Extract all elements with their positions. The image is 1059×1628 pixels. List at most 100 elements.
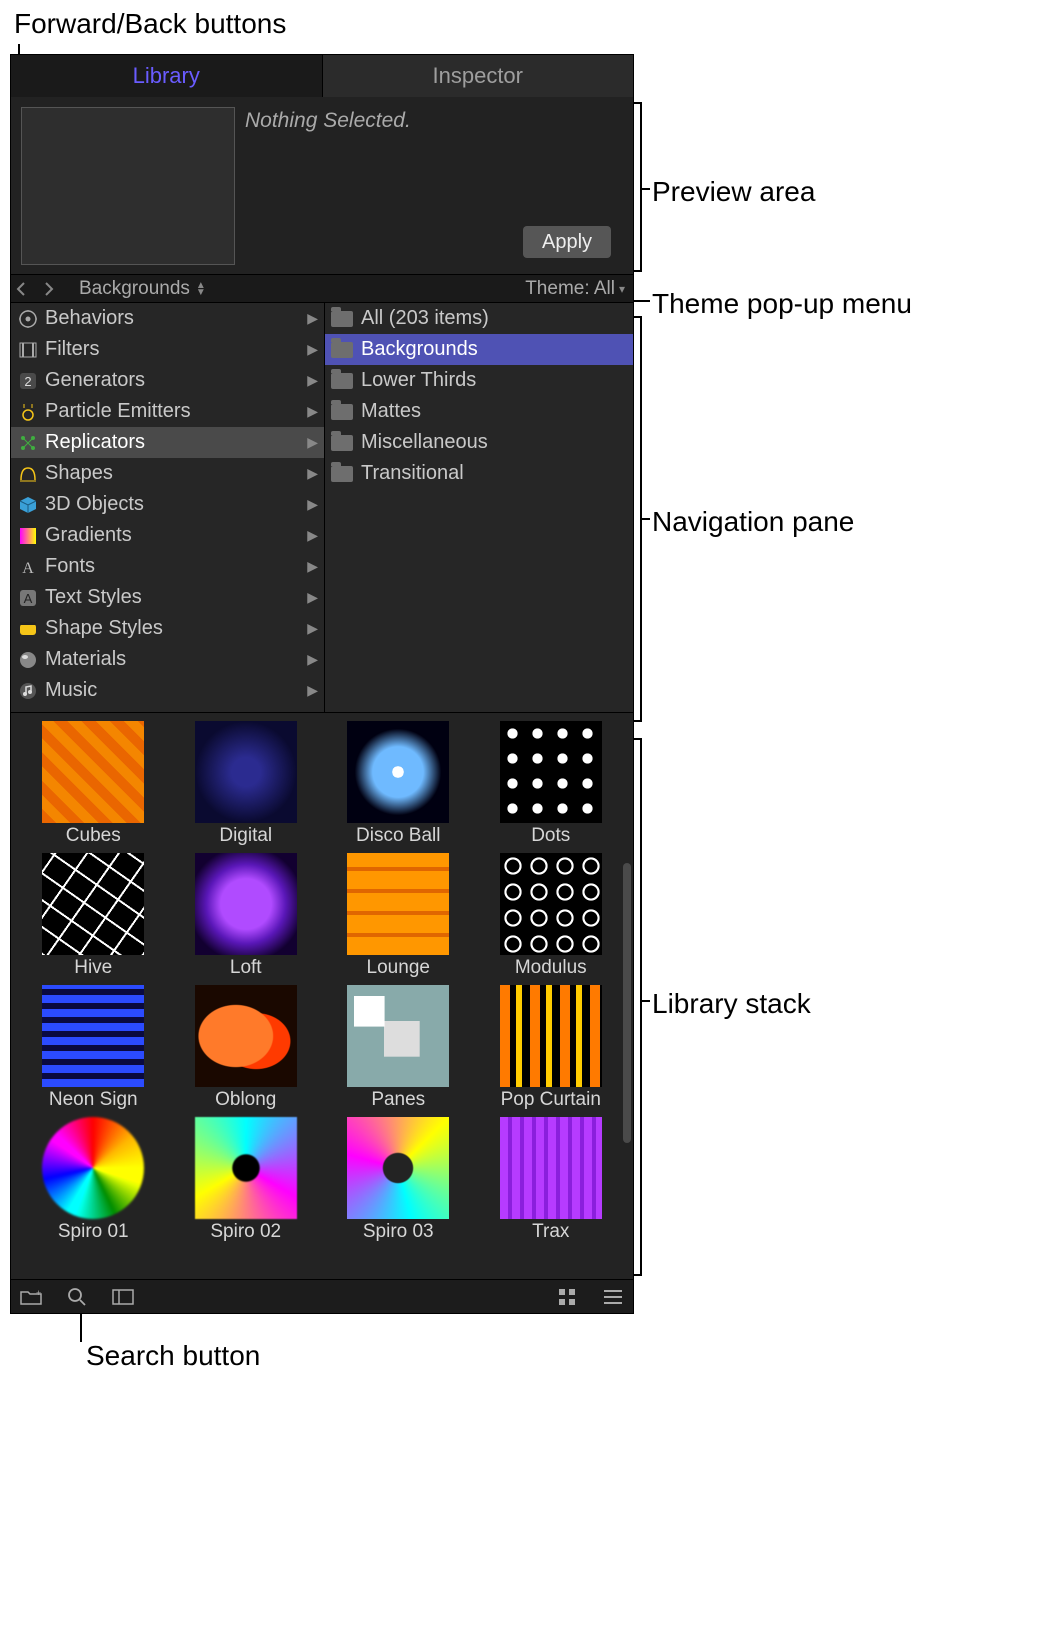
folder-icon	[331, 404, 353, 420]
item-thumbnail	[195, 721, 297, 823]
category-item[interactable]: Music ▶	[11, 675, 324, 706]
item-label: Trax	[532, 1221, 569, 1243]
category-item[interactable]: Shape Styles▶	[11, 613, 324, 644]
annotation-theme-popup: Theme pop-up menu	[652, 288, 912, 320]
theme-popup[interactable]: Theme: All ▾	[525, 278, 625, 300]
item-label: Dots	[531, 825, 570, 847]
library-item[interactable]: Pop Curtain	[477, 985, 626, 1113]
annotation-search-button: Search button	[86, 1340, 260, 1372]
category-column: Behaviors▶Filters▶2Generators▶Particle E…	[11, 303, 325, 712]
category-item[interactable]: Particle Emitters ▶	[11, 396, 324, 427]
tab-library[interactable]: Library	[11, 55, 322, 97]
subcategory-item[interactable]: Backgrounds	[325, 334, 633, 365]
library-item[interactable]: Cubes	[19, 721, 168, 849]
library-item[interactable]: Spiro 02	[172, 1117, 321, 1245]
subcategory-item[interactable]: Mattes	[325, 396, 633, 427]
library-item[interactable]: Spiro 03	[324, 1117, 473, 1245]
category-item[interactable]: Filters▶	[11, 334, 324, 365]
chevron-right-icon: ▶	[307, 620, 318, 637]
chevron-right-icon: ▶	[307, 434, 318, 451]
category-label: Particle Emitters	[45, 400, 191, 423]
library-stack: CubesDigitalDisco Ball Dots HiveLoftLounge…	[11, 713, 633, 1279]
item-thumbnail	[500, 1117, 602, 1219]
subcategory-item[interactable]: Miscellaneous	[325, 427, 633, 458]
tab-inspector[interactable]: Inspector	[322, 55, 634, 97]
category-item[interactable]: Replicators▶	[11, 427, 324, 458]
svg-text:+: +	[36, 1288, 41, 1298]
library-panel: Library Inspector Nothing Selected. Appl…	[10, 54, 634, 1314]
navigation-pane: Behaviors▶Filters▶2Generators▶Particle E…	[11, 303, 633, 713]
library-item[interactable]: Oblong	[172, 985, 321, 1113]
new-folder-button[interactable]: +	[19, 1285, 43, 1309]
subcategory-label: Mattes	[361, 400, 421, 423]
panel-tabs: Library Inspector	[11, 55, 633, 97]
category-label: Text Styles	[45, 586, 142, 609]
subcategory-item[interactable]: All (203 items)	[325, 303, 633, 334]
library-item[interactable]: Hive	[19, 853, 168, 981]
chevron-right-icon: ▶	[307, 403, 318, 420]
library-item[interactable]: Panes	[324, 985, 473, 1113]
chevron-right-icon: ▶	[307, 372, 318, 389]
category-icon	[17, 525, 39, 547]
category-item[interactable]: A Text Styles ▶	[11, 582, 324, 613]
preview-status-text: Nothing Selected.	[245, 107, 411, 133]
category-icon	[17, 401, 39, 423]
category-item[interactable]: Materials▶	[11, 644, 324, 675]
category-icon	[17, 339, 39, 361]
category-label: Music	[45, 679, 97, 702]
updown-icon: ▲▼	[196, 282, 206, 296]
chevron-right-icon: ▶	[307, 310, 318, 327]
library-item[interactable]: Spiro 01	[19, 1117, 168, 1245]
category-label: Generators	[45, 369, 145, 392]
item-thumbnail	[500, 721, 602, 823]
category-item[interactable]: Behaviors▶	[11, 303, 324, 334]
sidebar-toggle-button[interactable]	[111, 1285, 135, 1309]
search-button[interactable]	[65, 1285, 89, 1309]
folder-icon	[331, 435, 353, 451]
subcategory-item[interactable]: Lower Thirds	[325, 365, 633, 396]
annotation-forward-back: Forward/Back buttons	[14, 8, 286, 40]
forward-button[interactable]	[43, 282, 67, 296]
scrollbar[interactable]	[623, 863, 631, 1143]
chevron-right-icon: ▶	[307, 682, 318, 699]
library-item[interactable]: Modulus	[477, 853, 626, 981]
path-label: Backgrounds	[79, 278, 190, 300]
item-thumbnail	[347, 853, 449, 955]
library-item[interactable]: Neon Sign	[19, 985, 168, 1113]
chevron-right-icon: ▶	[307, 651, 318, 668]
library-item[interactable]: Trax	[477, 1117, 626, 1245]
chevron-right-icon: ▶	[307, 589, 318, 606]
subcategory-label: All (203 items)	[361, 307, 489, 330]
item-label: Modulus	[515, 957, 587, 979]
library-item[interactable]: Disco Ball	[324, 721, 473, 849]
library-item[interactable]: Loft	[172, 853, 321, 981]
icon-view-button[interactable]	[555, 1285, 579, 1309]
library-item[interactable]: Lounge	[324, 853, 473, 981]
category-item[interactable]: AFonts▶	[11, 551, 324, 582]
path-popup[interactable]: Backgrounds ▲▼	[79, 278, 206, 300]
list-view-button[interactable]	[601, 1285, 625, 1309]
item-label: Oblong	[215, 1089, 276, 1111]
category-icon: A	[17, 587, 39, 609]
subcategory-label: Lower Thirds	[361, 369, 476, 392]
item-label: Panes	[371, 1089, 425, 1111]
category-item[interactable]: 2 Generators ▶	[11, 365, 324, 396]
category-item[interactable]: Gradients▶	[11, 520, 324, 551]
category-icon: A	[17, 556, 39, 578]
library-item[interactable]: Dots	[477, 721, 626, 849]
subcategory-label: Transitional	[361, 462, 464, 485]
apply-button[interactable]: Apply	[523, 226, 611, 258]
category-icon	[17, 680, 39, 702]
category-item[interactable]: Shapes▶	[11, 458, 324, 489]
subcategory-item[interactable]: Transitional	[325, 458, 633, 489]
item-thumbnail	[195, 1117, 297, 1219]
back-button[interactable]	[15, 282, 39, 296]
item-thumbnail	[500, 853, 602, 955]
library-item[interactable]: Digital	[172, 721, 321, 849]
preview-area: Nothing Selected. Apply	[11, 97, 633, 275]
category-icon: 2	[17, 370, 39, 392]
annotation-library-stack: Library stack	[652, 988, 811, 1020]
theme-label: Theme: All	[525, 278, 615, 300]
svg-text:A: A	[22, 560, 34, 577]
category-item[interactable]: 3D Objects▶	[11, 489, 324, 520]
